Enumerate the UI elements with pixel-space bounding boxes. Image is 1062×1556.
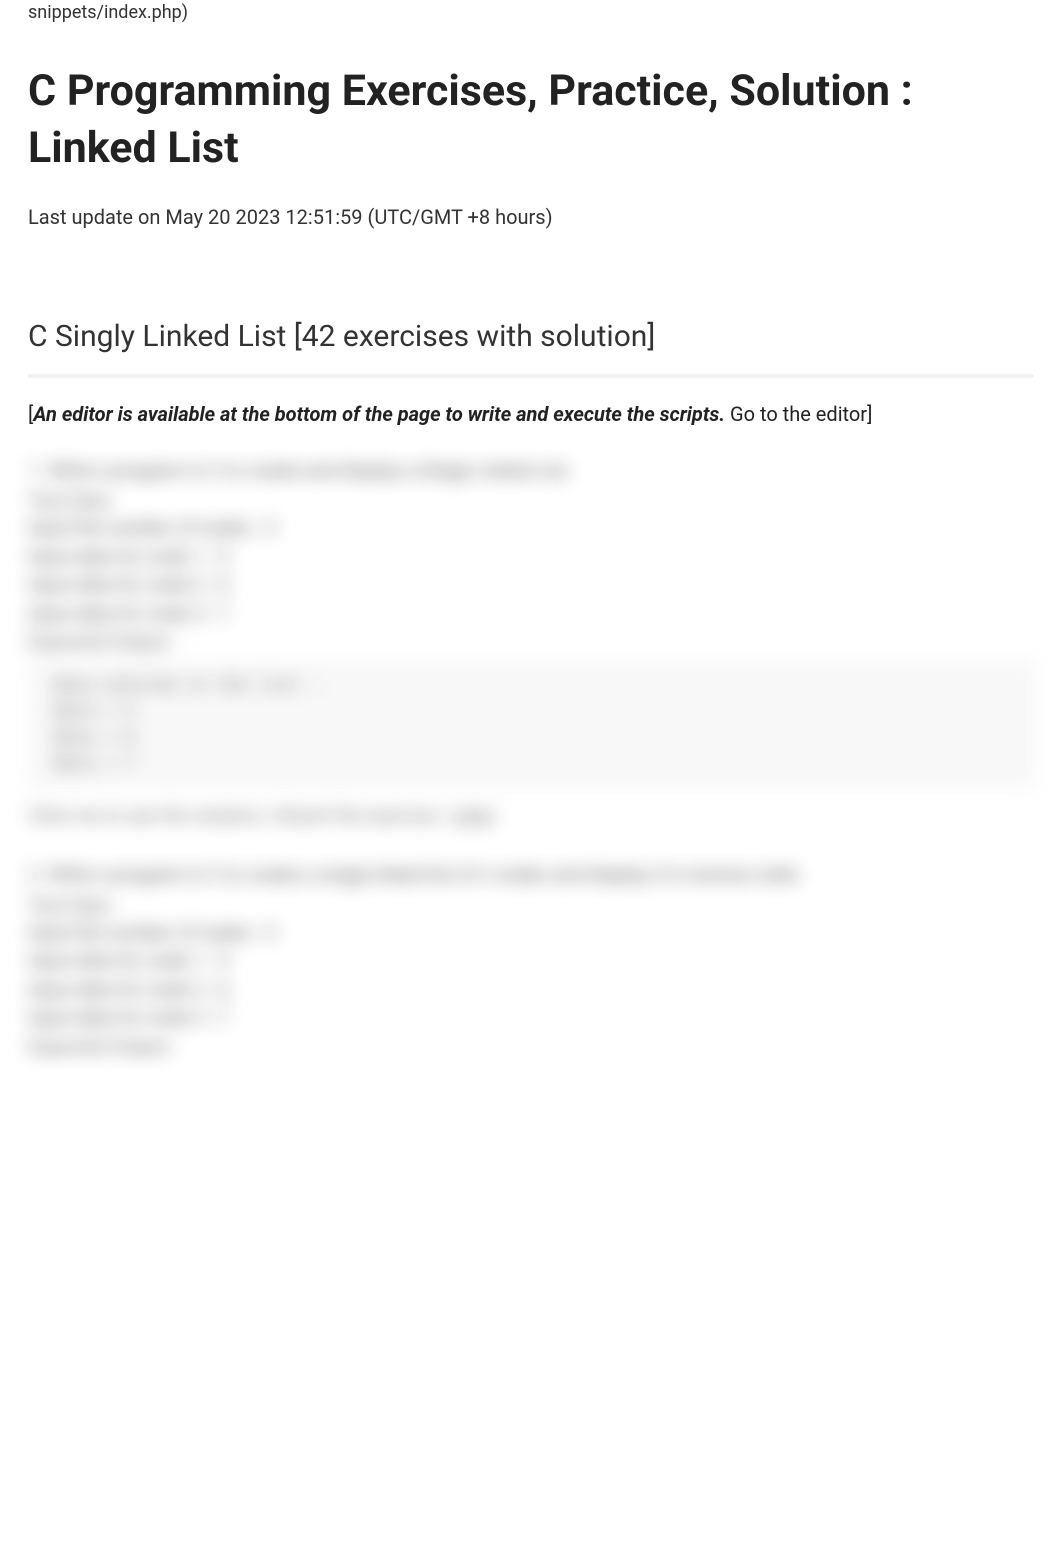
exercise-block: 1. Write a program in C to create and di… xyxy=(28,457,1034,828)
exercise-prompt: 2. Write a program in C to create a sing… xyxy=(28,861,1034,890)
exercise-text: Write a program in C to create a singly … xyxy=(48,863,802,886)
test-data-label: Test Data : xyxy=(28,894,1034,917)
editor-note: [An editor is available at the bottom of… xyxy=(28,400,1034,429)
input-line: Input data for node 3 : 7 xyxy=(28,600,1034,629)
expected-output-box: Data entered in the list : Data = 5 Data… xyxy=(28,661,1034,788)
breadcrumb-tail: snippets/index.php) xyxy=(28,0,1034,63)
expected-output-label: Expected Output : xyxy=(28,1035,1034,1058)
expected-output-label: Expected Output : xyxy=(28,630,1034,653)
input-line: Input the number of nodes : 3 xyxy=(28,514,1034,543)
section-divider xyxy=(28,374,1034,378)
input-line: Input data for node 2 : 6 xyxy=(28,571,1034,600)
editor-note-tail: Go to the editor] xyxy=(725,402,872,426)
test-data-label: Test Data : xyxy=(28,489,1034,512)
exercise-number: 2. xyxy=(28,863,44,886)
section-heading: C Singly Linked List [42 exercises with … xyxy=(28,319,1034,354)
last-update: Last update on May 20 2023 12:51:59 (UTC… xyxy=(28,205,1034,229)
exercise-number: 1. xyxy=(28,459,44,482)
page-title: C Programming Exercises, Practice, Solut… xyxy=(28,63,1034,177)
blurred-content-region: 1. Write a program in C to create and di… xyxy=(28,457,1034,1058)
input-line: Input data for node 3 : 7 xyxy=(28,1004,1034,1033)
input-line: Input data for node 1 : 5 xyxy=(28,947,1034,976)
input-line: Input data for node 1 : 5 xyxy=(28,543,1034,572)
exercise-text: Write a program in C to create and displ… xyxy=(48,459,571,482)
input-line: Input the number of nodes : 3 xyxy=(28,919,1034,948)
exercise-prompt: 1. Write a program in C to create and di… xyxy=(28,457,1034,486)
exercise-block: 2. Write a program in C to create a sing… xyxy=(28,861,1034,1058)
input-line: Input data for node 2 : 6 xyxy=(28,976,1034,1005)
click-solution-note: Click me to see the solution | Attach th… xyxy=(28,804,1034,827)
editor-note-strong: An editor is available at the bottom of … xyxy=(33,402,725,426)
